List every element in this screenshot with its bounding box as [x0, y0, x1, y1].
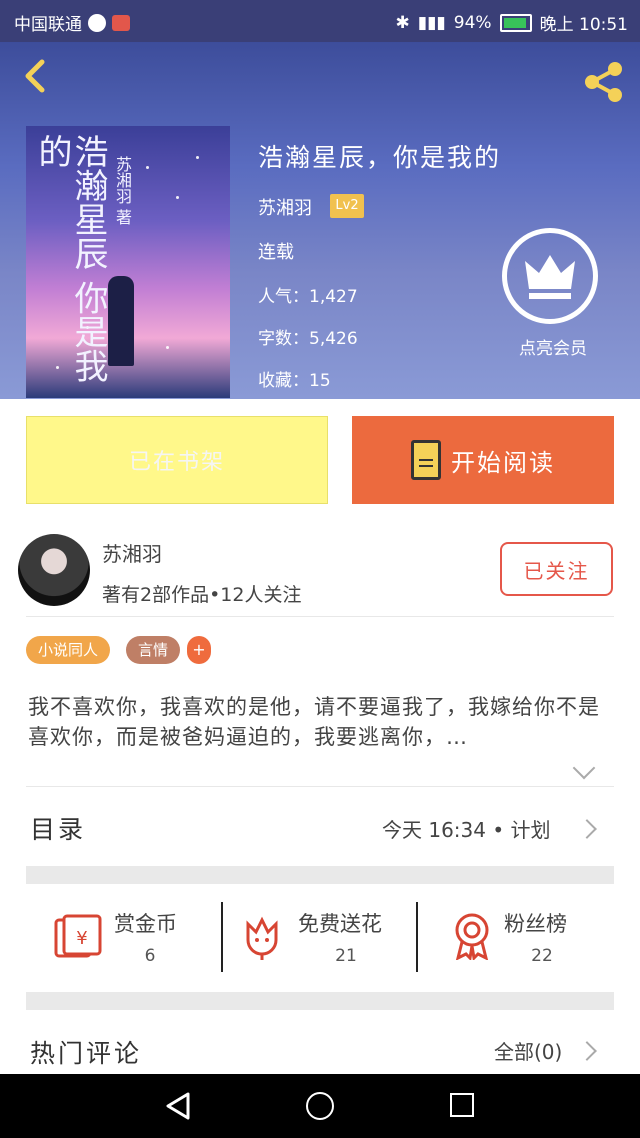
nav-recent-apps-button[interactable]: [450, 1093, 474, 1117]
bluetooth-icon: ✱: [395, 12, 410, 33]
author-level-badge: Lv2: [330, 194, 364, 218]
reward-coins-value: 6: [144, 946, 156, 966]
globe-icon: [88, 13, 106, 32]
signal-icon: ▮▮▮: [417, 12, 446, 33]
all-comments-link[interactable]: 全部(0): [494, 1036, 562, 1065]
free-flower-item[interactable]: [242, 914, 282, 964]
cover-figure: [108, 276, 134, 366]
word-count-stat: 字数：5,426: [258, 329, 358, 349]
follow-button[interactable]: 已关注: [500, 542, 613, 596]
expand-chevron-icon[interactable]: [572, 756, 596, 780]
book-icon: [411, 440, 441, 480]
book-title: 浩瀚星辰，你是我的: [258, 143, 502, 172]
tag-fanfic[interactable]: 小说同人: [26, 636, 111, 664]
share-icon[interactable]: [580, 58, 628, 106]
nav-back-icon: [166, 1092, 190, 1120]
in-bookshelf-button[interactable]: 已在书架: [26, 416, 328, 504]
book-status: 连载: [258, 242, 294, 263]
cover-author-art: 苏湘羽 著: [113, 156, 132, 226]
author-avatar[interactable]: [18, 534, 90, 606]
fan-rank-value: 22: [531, 946, 553, 966]
clock: 晚上 10:51: [539, 15, 628, 35]
author-info: 著有2部作品•12人关注: [102, 584, 302, 606]
section-separator: [26, 992, 614, 1010]
start-reading-button[interactable]: 开始阅读: [352, 416, 614, 504]
carrier-text: 中国联通: [14, 15, 82, 35]
crown-icon: [525, 255, 575, 299]
fan-rank-item[interactable]: [450, 912, 494, 964]
nav-home-button[interactable]: [306, 1092, 334, 1120]
mail-icon: [112, 14, 130, 31]
reward-coins-label[interactable]: 赏金币: [114, 908, 177, 938]
stats-divider: [416, 902, 418, 972]
book-author[interactable]: 苏湘羽: [258, 194, 312, 220]
vip-label[interactable]: 点亮会员: [508, 334, 598, 359]
catalog-update-info[interactable]: 今天 16:34 • 计划: [382, 814, 551, 843]
battery-icon: [499, 13, 532, 32]
medal-icon: [455, 913, 489, 962]
flower-icon: [246, 916, 278, 960]
status-left: 中国联通: [14, 10, 130, 35]
nav-back-button[interactable]: [160, 1088, 196, 1124]
book-cover[interactable]: 浩瀚星辰 你是我的 苏湘羽 著: [26, 126, 230, 398]
hot-comments-title: 热门评论: [30, 1039, 143, 1068]
start-reading-label: 开始阅读: [451, 448, 555, 477]
tag-romance[interactable]: 言情: [126, 636, 181, 664]
free-flower-value: 21: [335, 946, 357, 966]
vip-button[interactable]: [502, 228, 598, 324]
catalog-chevron-icon[interactable]: [577, 819, 597, 839]
svg-text:¥: ¥: [76, 928, 87, 949]
author-name[interactable]: 苏湘羽: [102, 538, 162, 567]
favorites-stat: 收藏：15: [258, 371, 331, 391]
free-flower-label[interactable]: 免费送花: [298, 908, 382, 938]
stats-divider: [221, 902, 223, 972]
section-separator: [26, 866, 614, 884]
all-comments-chevron-icon[interactable]: [577, 1041, 597, 1061]
battery-percent: 94%: [453, 12, 492, 33]
status-bar: 中国联通 ✱ ▮▮▮ 94% 晚上 10:51: [0, 0, 640, 42]
back-arrow-icon[interactable]: [18, 58, 54, 94]
follow-label: 已关注: [523, 558, 590, 583]
catalog-title[interactable]: 目录: [30, 810, 86, 846]
red-envelope-icon: ¥: [54, 914, 102, 958]
divider: [26, 616, 614, 617]
divider: [26, 786, 614, 787]
fan-rank-label[interactable]: 粉丝榜: [504, 908, 567, 938]
book-description[interactable]: 我不喜欢你，我喜欢的是他，请不要逼我了，我嫁给你不是喜欢你，而是被爸妈逼迫的，我…: [28, 692, 610, 752]
cover-title-art: 浩瀚星辰 你是我的: [32, 134, 108, 383]
status-right: ✱ ▮▮▮ 94% 晚上 10:51: [395, 10, 628, 36]
add-tag-button[interactable]: +: [187, 636, 211, 664]
popularity-stat: 人气：1,427: [258, 287, 358, 307]
in-bookshelf-label: 已在书架: [128, 450, 225, 475]
